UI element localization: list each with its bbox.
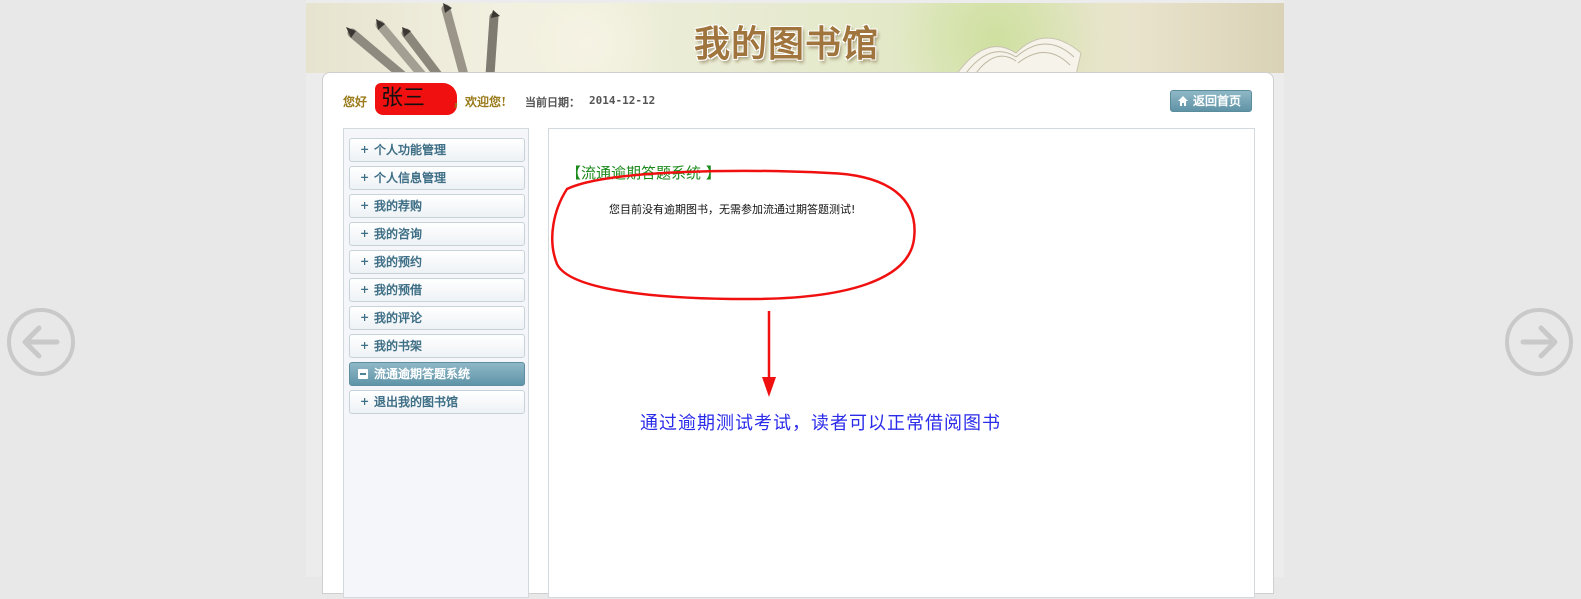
username: 张三 [375,83,457,115]
sidebar-item-reservations[interactable]: + 我的预约 [349,250,525,274]
banner: 我的图书馆 [306,3,1284,73]
plus-icon: + [360,255,370,268]
return-home-label: 返回首页 [1193,94,1242,108]
greeting-text: 您好 [343,95,368,109]
minus-icon [358,369,368,379]
plus-icon: + [360,395,370,408]
sidebar-item-pre-borrow[interactable]: + 我的预借 [349,278,525,302]
sidebar-item-label: 我的预约 [374,255,423,269]
sidebar-item-label: 退出我的图书馆 [374,395,459,409]
sidebar-item-comments[interactable]: + 我的评论 [349,306,525,330]
plus-icon: + [360,143,370,156]
plus-icon: + [360,311,370,324]
arrow-left-icon [22,325,60,359]
next-arrow-button[interactable] [1505,308,1573,376]
plus-icon: + [360,171,370,184]
sidebar-item-personal-functions[interactable]: + 个人功能管理 [349,138,525,162]
return-home-button[interactable]: 返回首页 [1170,90,1252,112]
sidebar-item-personal-info[interactable]: + 个人信息管理 [349,166,525,190]
banner-title: 我的图书馆 [694,23,880,65]
arrow-right-icon [1520,325,1558,359]
sidebar-item-label: 我的荐购 [374,199,423,213]
annotation-text: 通过逾期测试考试，读者可以正常借阅图书 [640,413,1001,434]
sidebar-item-label: 我的评论 [374,311,423,325]
current-date: 2014-12-12 [589,94,656,107]
sidebar-item-overdue-quiz[interactable]: 流通逾期答题系统 [349,362,525,386]
sidebar-item-label: 个人信息管理 [374,171,447,185]
pencils-illustration [346,3,500,73]
open-book-illustration [956,37,1082,73]
plus-icon: + [360,227,370,240]
annotation-overlay [551,169,916,397]
plus-icon: + [360,339,370,352]
main-panel: 您好 张三 ，欢迎您! 当前日期： 2014-12-12 返回首页 + 个人功能… [322,72,1274,598]
sidebar-menu: + 个人功能管理 + 个人信息管理 + 我的荐购 + 我的咨询 + 我的预约 +… [343,128,529,598]
sidebar-item-recommendations[interactable]: + 我的荐购 [349,194,525,218]
sidebar-item-label: 我的预借 [374,283,423,297]
previous-arrow-button[interactable] [7,308,75,376]
content-panel: 【流通逾期答题系统 】 您目前没有逾期图书，无需参加流通过期答题测试! 通过逾期… [548,128,1255,598]
sidebar-item-label: 流通逾期答题系统 [374,367,471,381]
sidebar-item-inquiries[interactable]: + 我的咨询 [349,222,525,246]
red-arrow-head [762,377,776,397]
home-icon [1178,96,1188,106]
sidebar-item-label: 个人功能管理 [374,143,447,157]
sidebar-item-label: 我的书架 [374,339,423,353]
sidebar-item-label: 我的咨询 [374,227,423,241]
welcome-text: ，欢迎您! [453,95,507,109]
plus-icon: + [360,283,370,296]
plus-icon: + [360,199,370,212]
sidebar-item-bookshelf[interactable]: + 我的书架 [349,334,525,358]
sidebar-item-logout[interactable]: + 退出我的图书馆 [349,390,525,414]
date-label: 当前日期： [525,96,580,109]
red-highlight-circle [551,169,916,301]
library-page: 我的图书馆 您好 张三 ，欢迎您! 当前日期： 2014-12-12 返回首页 … [306,0,1284,598]
